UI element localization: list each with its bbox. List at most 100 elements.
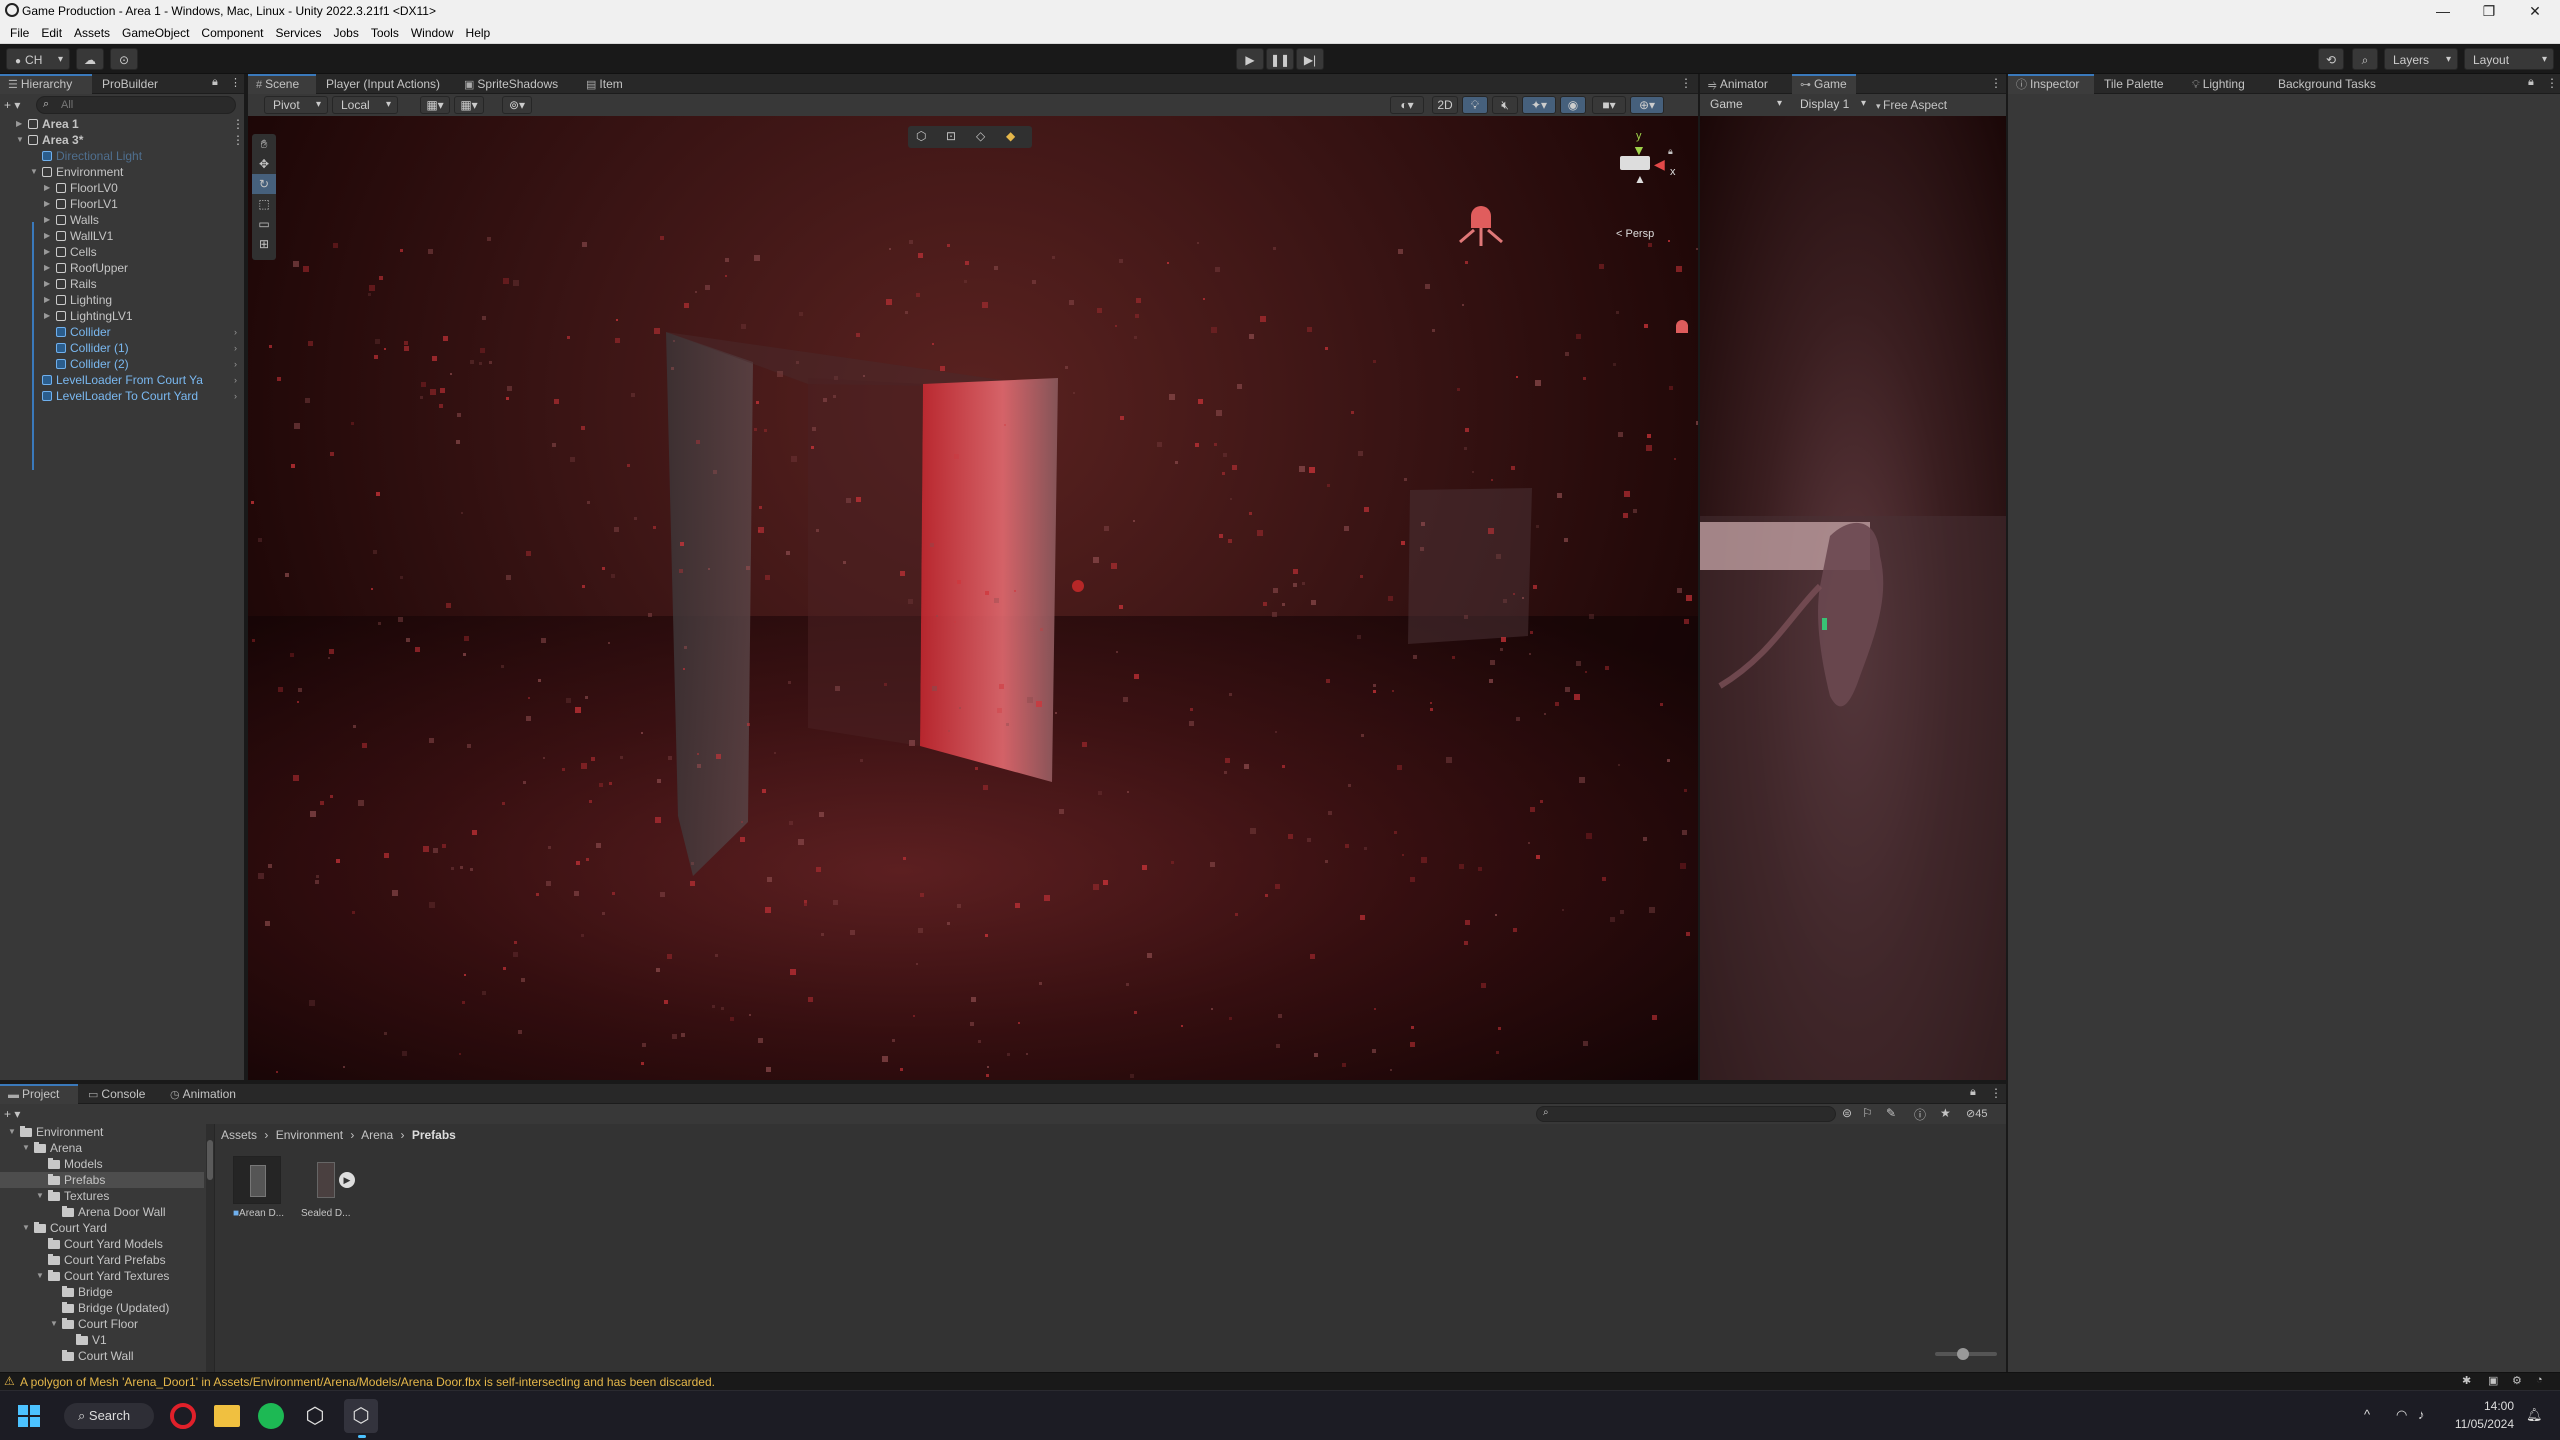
cloud-button[interactable]: ☁ (76, 48, 104, 70)
move-tool-icon[interactable]: ✥ (252, 154, 276, 174)
project-folder-item[interactable]: Court Yard Models (0, 1236, 204, 1252)
tab-project[interactable]: ▬ Project (0, 1084, 78, 1104)
search-by-type-icon[interactable]: ⊜ (1842, 1106, 1852, 1120)
add-object-button[interactable]: + ▾ (4, 96, 32, 114)
menu-tools[interactable]: Tools (365, 22, 405, 43)
search-toolbar-button[interactable]: ⌕ (2352, 48, 2378, 70)
menu-services[interactable]: Services (269, 22, 327, 43)
clock-date[interactable]: 11/05/2024 (2446, 1417, 2514, 1431)
collapse-arrow-icon[interactable]: ▶ (44, 292, 50, 308)
expand-arrow-icon[interactable]: ▼ (22, 1220, 30, 1236)
probuilder-object-icon[interactable]: ⬡ (916, 129, 926, 143)
expand-arrow-icon[interactable]: ▼ (50, 1316, 58, 1332)
probuilder-vertex-icon[interactable]: ⊡ (946, 129, 956, 143)
account-dropdown[interactable]: ● CH (6, 48, 70, 71)
hierarchy-item[interactable]: ▶ Area 1 ⋮ (0, 116, 244, 132)
project-search-input[interactable]: ⌕ (1536, 1106, 1836, 1122)
file-explorer-icon[interactable] (214, 1405, 240, 1427)
menu-assets[interactable]: Assets (68, 22, 116, 43)
collapse-arrow-icon[interactable]: ▶ (16, 116, 22, 132)
collapse-arrow-icon[interactable]: ▶ (44, 244, 50, 260)
tab-hierarchy[interactable]: ☰ Hierarchy (0, 74, 92, 94)
slider-thumb[interactable] (1957, 1348, 1969, 1360)
local-dropdown[interactable]: Local (332, 96, 398, 114)
visibility-toggle-button[interactable]: ◉ (1560, 96, 1586, 114)
breadcrumb-prefabs[interactable]: Prefabs (412, 1128, 456, 1142)
transform-tool-icon[interactable]: ⊞ (252, 234, 276, 254)
collapse-arrow-icon[interactable]: ▶ (44, 276, 50, 292)
project-folder-item[interactable]: Bridge (Updated) (0, 1300, 204, 1316)
volume-icon[interactable]: ♪ (2418, 1407, 2425, 1422)
pivot-dropdown[interactable]: Pivot (264, 96, 328, 114)
rotate-tool-icon[interactable]: ↻ (252, 174, 276, 194)
draw-mode-button[interactable]: ◐▾ (1390, 96, 1424, 114)
lock-icon[interactable]: 🔒︎ (2528, 76, 2534, 89)
kebab-menu-icon[interactable]: ⋮ (1990, 1086, 2002, 1100)
collapse-arrow-icon[interactable]: ▶ (44, 212, 50, 228)
hand-tool-icon[interactable]: ✋︎ (252, 134, 276, 154)
expand-arrow-icon[interactable]: ▼ (30, 164, 38, 180)
tab-animation[interactable]: ◷ Animation (162, 1084, 252, 1104)
kebab-menu-icon[interactable]: ⋮ (2546, 76, 2558, 90)
hidden-packages-counter[interactable]: ⊘45 (1966, 1107, 1987, 1120)
expand-arrow-icon[interactable]: ▼ (36, 1268, 44, 1284)
close-button[interactable]: ✕ (2512, 2, 2558, 20)
display-dropdown[interactable]: Display 1 (1792, 96, 1872, 114)
maximize-button[interactable]: ❐ (2466, 2, 2512, 20)
menu-component[interactable]: Component (195, 22, 269, 43)
kebab-menu-icon[interactable]: ⋮ (1990, 76, 2002, 90)
gizmo-lock-icon[interactable]: 🔒︎ (1668, 146, 1673, 157)
expand-arrow-icon[interactable]: ▼ (8, 1124, 16, 1140)
menu-gameobject[interactable]: GameObject (116, 22, 195, 43)
lock-icon[interactable]: 🔒︎ (212, 76, 218, 89)
cache-icon[interactable]: ▣ (2488, 1374, 2498, 1387)
status-message[interactable]: A polygon of Mesh 'Arena_Door1' in Asset… (20, 1375, 715, 1389)
prefab-open-arrow-icon[interactable]: › (234, 340, 237, 356)
taskbar-search[interactable]: ⌕ Search (64, 1403, 154, 1429)
opera-icon[interactable] (170, 1403, 196, 1429)
tab-tile-palette[interactable]: Tile Palette (2096, 74, 2182, 94)
expand-arrow-icon[interactable]: ▼ (16, 132, 24, 148)
prefab-open-arrow-icon[interactable]: › (234, 324, 237, 340)
tab-inspector[interactable]: ⓘ Inspector (2008, 74, 2094, 94)
progress-icon[interactable]: ◔ (2536, 1374, 2543, 1386)
scene-viewport[interactable]: ✋︎ ✥ ↻ ⬚ ▭ ⊞ ⬡ ⊡ ◇ ◆ y x ▼ ◀ ▲ 🔒︎ < Pers… (248, 116, 1698, 1080)
expand-arrow-icon[interactable]: ▼ (36, 1188, 44, 1204)
minimize-button[interactable]: — (2420, 2, 2466, 20)
favorite-icon[interactable]: ★ (1940, 1106, 1951, 1120)
breadcrumb-environment[interactable]: Environment (276, 1128, 343, 1142)
collab-button[interactable]: ⊙ (110, 48, 138, 70)
orientation-gizmo[interactable]: y x ▼ ◀ ▲ 🔒︎ < Persp (1606, 130, 1686, 240)
project-folder-item[interactable]: ▼ Textures (0, 1188, 204, 1204)
bug-icon[interactable]: ✱ (2462, 1374, 2471, 1387)
tray-chevron-icon[interactable]: ^ (2364, 1407, 2370, 1422)
status-bar[interactable]: ⚠ A polygon of Mesh 'Arena_Door1' in Ass… (0, 1372, 2560, 1390)
collapse-arrow-icon[interactable]: ▶ (44, 260, 50, 276)
lock-icon[interactable]: 🔒︎ (1970, 1086, 1976, 1099)
wifi-icon[interactable]: ◠ (2396, 1407, 2407, 1423)
probuilder-edge-icon[interactable]: ◇ (976, 129, 985, 143)
layers-dropdown[interactable]: Layers (2384, 48, 2458, 71)
project-folder-item[interactable]: Court Wall (0, 1348, 204, 1364)
collapse-arrow-icon[interactable]: ▶ (44, 180, 50, 196)
aspect-dropdown[interactable]: ▾ Free Aspect (1876, 98, 1947, 112)
tab-background-tasks[interactable]: Background Tasks (2270, 74, 2390, 94)
game-viewport[interactable] (1700, 116, 2006, 1080)
audio-toggle-button[interactable]: 🔇︎ (1492, 96, 1518, 114)
hierarchy-item[interactable]: Directional Light (0, 148, 214, 164)
tab-game[interactable]: ⊶ Game (1792, 74, 1856, 94)
tab-lighting[interactable]: 💡︎ Lighting (2184, 74, 2268, 94)
grid-snapping-button[interactable]: ▦▾ (420, 96, 450, 114)
project-folder-item[interactable]: ▼ Court Floor (0, 1316, 204, 1332)
prefab-open-arrow-icon[interactable]: › (234, 388, 237, 404)
asset-tile[interactable]: ▶ Sealed D... (301, 1156, 363, 1228)
effects-toggle-button[interactable]: ✦▾ (1522, 96, 1556, 114)
kebab-menu-icon[interactable]: ⋮ (232, 116, 244, 132)
tab-scene[interactable]: # Scene (248, 74, 316, 94)
prefab-open-arrow-icon[interactable]: › (234, 356, 237, 372)
kebab-menu-icon[interactable]: ⋮ (1680, 76, 1692, 90)
hierarchy-item[interactable]: ▶ FloorLV0 (0, 180, 214, 196)
project-folder-item[interactable]: Models (0, 1156, 204, 1172)
project-folder-item[interactable]: Court Yard Prefabs (0, 1252, 204, 1268)
kebab-menu-icon[interactable]: ⋮ (230, 76, 241, 89)
